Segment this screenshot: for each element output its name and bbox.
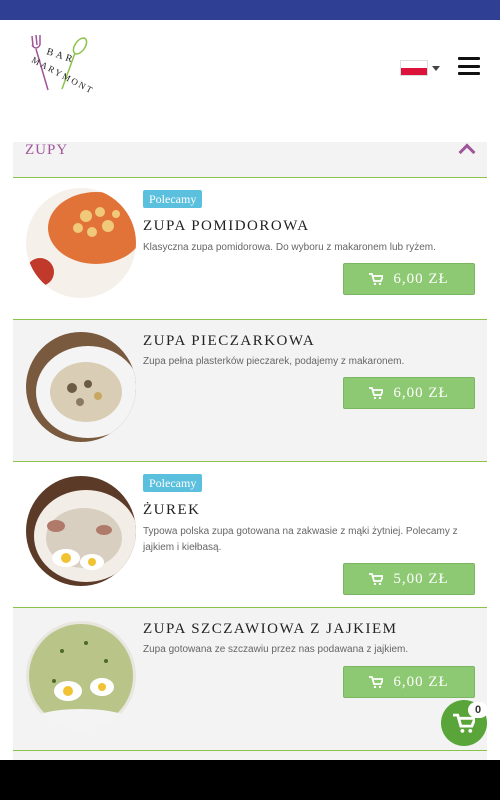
item-price: 6,00 ZŁ: [393, 673, 449, 690]
cart-count-badge: 0: [468, 702, 488, 718]
hamburger-icon[interactable]: [458, 57, 480, 75]
item-photo-sorrel-soup: [26, 621, 136, 731]
item-description: Klasyczna zupa pomidorowa. Do wyboru z m…: [143, 242, 436, 253]
item-name: ŻUREK: [143, 502, 201, 518]
section-header[interactable]: ZUPY: [13, 142, 487, 178]
section-title: ZUPY: [25, 142, 69, 158]
bar-marymont-logo[interactable]: BAR MARYMONT: [24, 34, 94, 102]
add-to-cart-button[interactable]: 6,00 ZŁ: [343, 377, 475, 409]
right-margin: [487, 142, 500, 760]
status-bar: [0, 0, 500, 20]
shopping-cart-icon: [369, 273, 384, 285]
item-name: ZUPA SZCZAWIOWA Z JAJKIEM: [143, 621, 398, 637]
menu-item: ZUPA PIECZARKOWA Zupa pełna plasterków p…: [13, 320, 487, 462]
language-flag-pl[interactable]: [400, 60, 428, 76]
menu-item: Polecamy ŻUREK Typowa polska zupa gotowa…: [13, 462, 487, 608]
language-caret-icon[interactable]: [432, 66, 440, 71]
shopping-cart-icon: [369, 387, 384, 399]
add-to-cart-button[interactable]: 6,00 ZŁ: [343, 666, 475, 698]
item-photo-tomato-soup: [26, 188, 136, 298]
add-to-cart-button[interactable]: 5,00 ZŁ: [343, 563, 475, 595]
menu-item: ZUPA SZCZAWIOWA Z JAJKIEM Zupa gotowana …: [13, 608, 487, 751]
item-price: 5,00 ZŁ: [393, 570, 449, 587]
item-name: ZUPA PIECZARKOWA: [143, 333, 316, 349]
shopping-cart-icon: [369, 676, 384, 688]
item-description: Typowa polska zupa gotowana na zakwasie …: [143, 526, 458, 553]
recommended-badge: Polecamy: [143, 190, 203, 208]
item-name: ZUPA POMIDOROWA: [143, 218, 310, 234]
menu-item: Polecamy ZUPA POMIDOROWA Klasyczna zupa …: [13, 178, 487, 320]
item-price: 6,00 ZŁ: [393, 270, 449, 287]
item-description: Zupa gotowana ze szczawiu przez nas poda…: [143, 644, 409, 655]
chevron-up-icon[interactable]: [458, 143, 476, 161]
recommended-badge: Polecamy: [143, 474, 203, 492]
navigation-bar: [0, 760, 500, 800]
item-photo-mushroom-soup: [26, 332, 136, 442]
item-description: Zupa pełna plasterków pieczarek, podajem…: [143, 356, 405, 367]
item-photo-zurek: [26, 476, 136, 586]
add-to-cart-button[interactable]: 6,00 ZŁ: [343, 263, 475, 295]
shopping-cart-icon: [369, 573, 384, 585]
item-price: 6,00 ZŁ: [393, 384, 449, 401]
left-margin: [0, 142, 13, 760]
